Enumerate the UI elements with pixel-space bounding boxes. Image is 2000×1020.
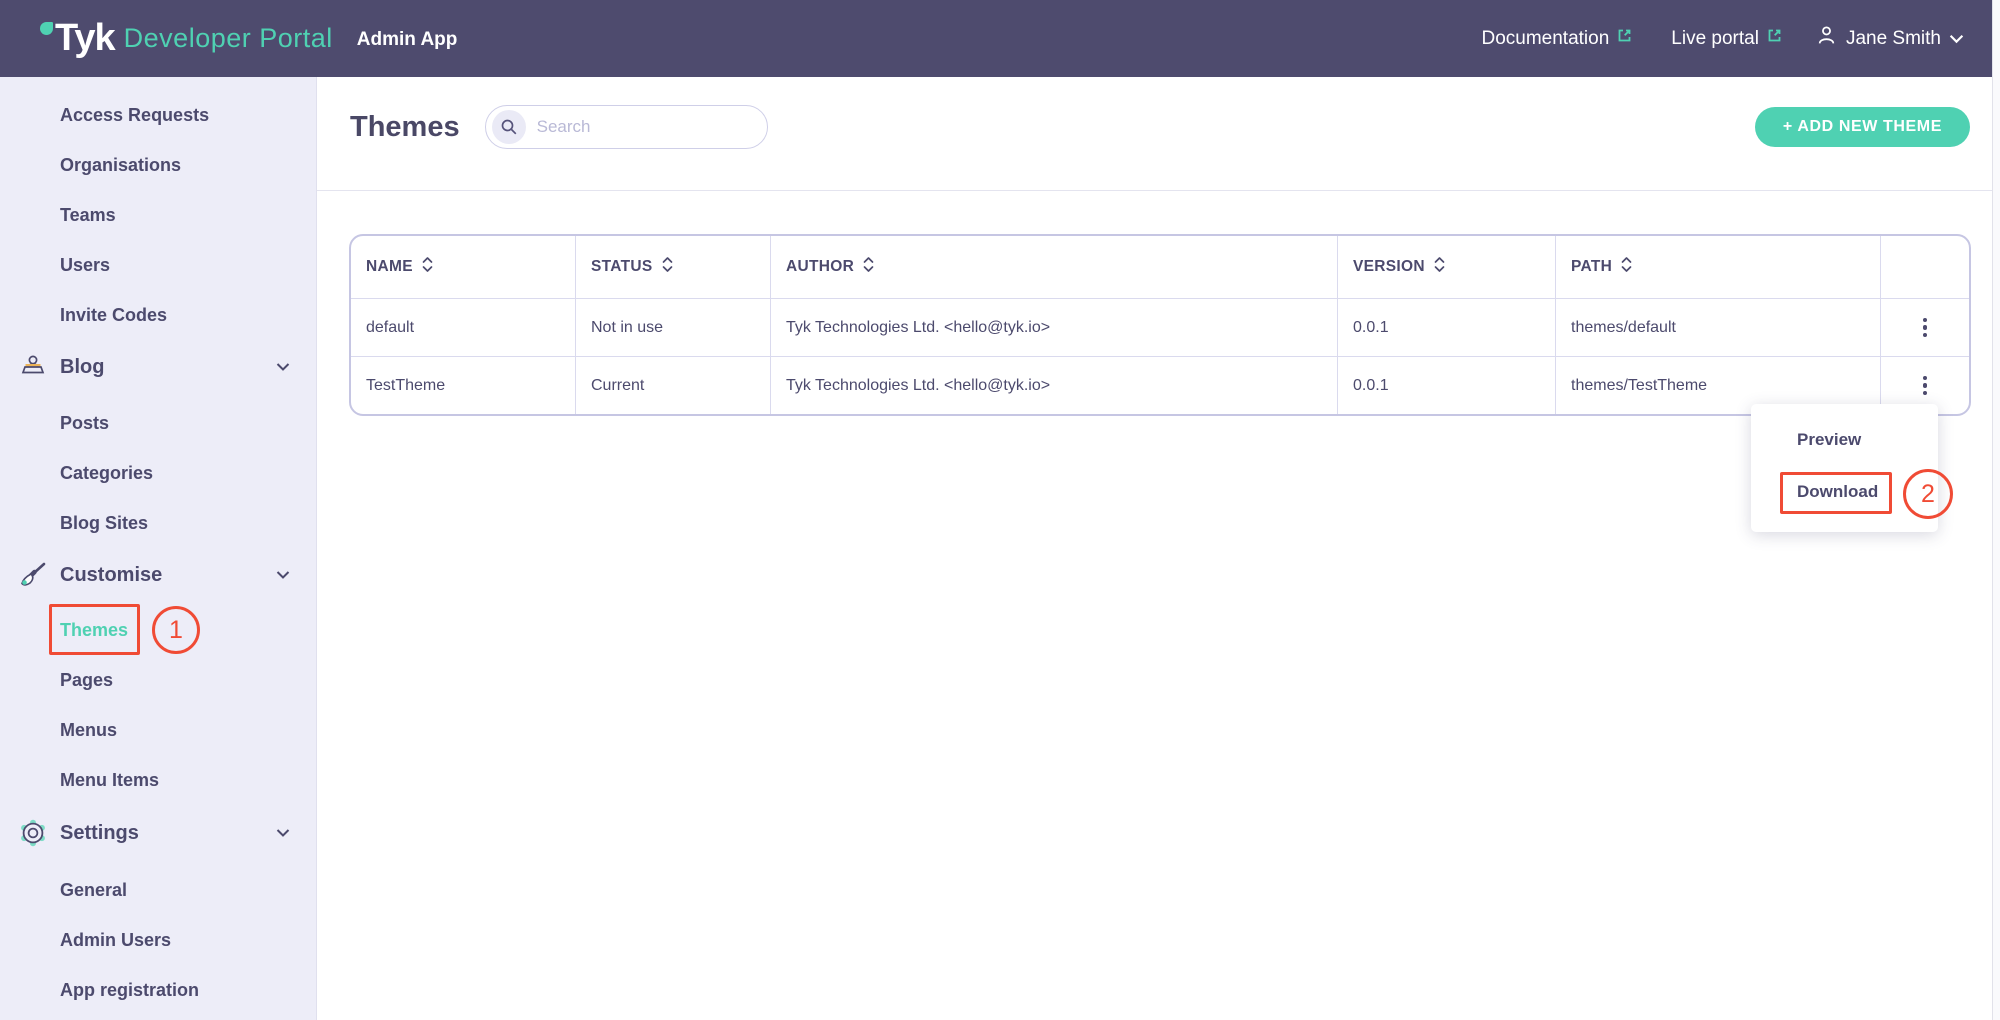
documentation-link-label: Documentation <box>1481 28 1609 50</box>
sidebar-item-menu-items[interactable]: Menu Items <box>0 755 316 805</box>
cell-name: TestTheme <box>351 357 576 414</box>
sidebar-item-menus[interactable]: Menus <box>0 705 316 755</box>
search-icon <box>492 110 526 144</box>
sort-icon[interactable] <box>863 256 874 278</box>
column-header-path[interactable]: PATH <box>1556 236 1881 298</box>
brand: Tyk Developer Portal Admin App <box>40 17 457 60</box>
sidebar-item-admin-users[interactable]: Admin Users <box>0 915 316 965</box>
main-content: Themes + ADD NEW THEME NAME <box>317 77 1992 1020</box>
top-header: Tyk Developer Portal Admin App Documenta… <box>0 0 2000 77</box>
person-icon <box>1815 24 1838 53</box>
sidebar-item-access-requests[interactable]: Access Requests <box>0 90 316 140</box>
header-nav: Documentation Live portal <box>1481 24 1964 53</box>
sidebar-section-blog-label: Blog <box>60 356 104 379</box>
sidebar-item-organisations[interactable]: Organisations <box>0 140 316 190</box>
external-link-icon <box>1766 27 1783 50</box>
sidebar-item-app-registration[interactable]: App registration <box>0 965 316 1015</box>
table-row: default Not in use Tyk Technologies Ltd.… <box>351 298 1969 356</box>
column-header-version[interactable]: VERSION <box>1338 236 1556 298</box>
paintbrush-icon <box>18 560 48 590</box>
live-portal-link-label: Live portal <box>1671 28 1759 50</box>
cell-version: 0.0.1 <box>1338 357 1556 414</box>
chevron-down-icon <box>276 571 290 580</box>
cell-author: Tyk Technologies Ltd. <hello@tyk.io> <box>771 357 1338 414</box>
cell-actions <box>1881 299 1969 356</box>
chevron-down-icon <box>276 829 290 838</box>
scrollbar[interactable] <box>1992 0 2000 1020</box>
kebab-menu-icon[interactable] <box>1915 310 1936 346</box>
column-header-status[interactable]: STATUS <box>576 236 771 298</box>
cell-path: themes/default <box>1556 299 1881 356</box>
chevron-down-icon <box>276 363 290 372</box>
page-toolbar: Themes + ADD NEW THEME <box>317 77 1992 177</box>
sort-icon[interactable] <box>662 256 673 278</box>
sidebar-item-themes[interactable]: Themes <box>0 605 316 655</box>
sidebar-item-posts[interactable]: Posts <box>0 398 316 448</box>
cell-version: 0.0.1 <box>1338 299 1556 356</box>
cell-status: Not in use <box>576 299 771 356</box>
tyk-leaf-icon <box>40 22 53 35</box>
sidebar-item-users[interactable]: Users <box>0 240 316 290</box>
cell-status: Current <box>576 357 771 414</box>
page-title: Themes <box>350 111 460 144</box>
column-header-name[interactable]: NAME <box>351 236 576 298</box>
cell-author: Tyk Technologies Ltd. <hello@tyk.io> <box>771 299 1338 356</box>
documentation-link[interactable]: Documentation <box>1481 27 1633 50</box>
gear-icon <box>18 818 48 848</box>
sidebar-section-customise-label: Customise <box>60 564 162 587</box>
chevron-down-icon <box>1949 28 1964 50</box>
sort-icon[interactable] <box>422 256 433 278</box>
sidebar-item-general[interactable]: General <box>0 865 316 915</box>
sidebar: Access Requests Organisations Teams User… <box>0 77 317 1020</box>
row-context-menu: Preview Download <box>1751 404 1938 532</box>
user-menu[interactable]: Jane Smith <box>1815 24 1964 53</box>
sidebar-item-teams[interactable]: Teams <box>0 190 316 240</box>
sidebar-item-categories[interactable]: Categories <box>0 448 316 498</box>
sidebar-item-pages[interactable]: Pages <box>0 655 316 705</box>
search-input[interactable] <box>537 117 737 137</box>
column-header-actions <box>1881 236 1969 298</box>
live-portal-link[interactable]: Live portal <box>1671 27 1783 50</box>
cell-name: default <box>351 299 576 356</box>
external-link-icon <box>1616 27 1633 50</box>
search-box <box>485 105 768 149</box>
context-menu-item-preview[interactable]: Preview <box>1751 414 1938 466</box>
sidebar-item-invite-codes[interactable]: Invite Codes <box>0 290 316 340</box>
user-name: Jane Smith <box>1846 28 1941 50</box>
product-name: Developer Portal <box>124 23 333 54</box>
app-window: Tyk Developer Portal Admin App Documenta… <box>0 0 2000 1020</box>
context-menu-item-download[interactable]: Download <box>1751 466 1938 518</box>
toolbar-divider <box>317 190 1992 191</box>
kebab-menu-icon[interactable] <box>1915 368 1936 404</box>
sidebar-section-blog[interactable]: Blog <box>0 342 316 392</box>
table-row: TestTheme Current Tyk Technologies Ltd. … <box>351 356 1969 414</box>
sort-icon[interactable] <box>1434 256 1445 278</box>
tyk-logo: Tyk <box>55 17 115 60</box>
sidebar-section-settings[interactable]: Settings <box>0 808 316 858</box>
blogger-icon <box>18 352 48 382</box>
add-new-theme-button[interactable]: + ADD NEW THEME <box>1755 107 1970 147</box>
sidebar-section-settings-label: Settings <box>60 822 139 845</box>
column-header-author[interactable]: AUTHOR <box>771 236 1338 298</box>
sidebar-section-customise[interactable]: Customise <box>0 550 316 600</box>
sidebar-item-blog-sites[interactable]: Blog Sites <box>0 498 316 548</box>
table-header-row: NAME STATUS AUTHOR <box>351 236 1969 298</box>
app-name: Admin App <box>357 29 458 51</box>
themes-table: NAME STATUS AUTHOR <box>349 234 1971 416</box>
sort-icon[interactable] <box>1621 256 1632 278</box>
